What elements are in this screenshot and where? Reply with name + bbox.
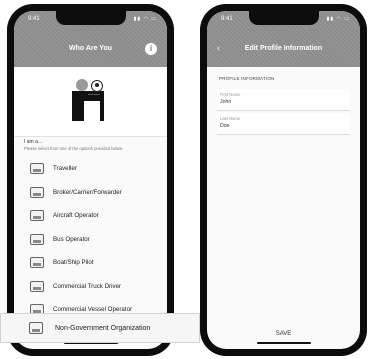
list-item-label: Non-Government Organization bbox=[55, 324, 151, 332]
save-button[interactable]: SAVE bbox=[207, 331, 360, 337]
last-name-label: Last Name bbox=[220, 116, 241, 121]
list-item-traveller[interactable]: Traveller bbox=[24, 157, 159, 181]
person-illustration-head bbox=[76, 79, 88, 91]
info-icon[interactable]: i bbox=[145, 43, 157, 55]
section-subtitle: Please select from one of the options pr… bbox=[24, 146, 123, 151]
phone-frame-left: 9:41 ▮▮ ◠ ▭ Who Are You i I am a... Plea… bbox=[7, 4, 174, 356]
first-name-value: John bbox=[220, 99, 232, 105]
last-name-value: Doe bbox=[220, 123, 230, 129]
list-item-aircraft[interactable]: Aircraft Operator bbox=[24, 204, 159, 228]
list-item-bus[interactable]: Bus Operator bbox=[24, 228, 159, 252]
phone-frame-right: 9:41 ▮▮ ◠ ▭ ‹ Edit Profile Information P… bbox=[200, 4, 367, 356]
traveller-icon bbox=[30, 163, 44, 175]
list-item-broker[interactable]: Broker/Carrier/Forwarder bbox=[24, 181, 159, 205]
list-item-label: Broker/Carrier/Forwarder bbox=[53, 188, 122, 196]
edit-profile-screen: 9:41 ▮▮ ◠ ▭ ‹ Edit Profile Information P… bbox=[207, 11, 360, 349]
signal-battery-icon: ▮▮ ◠ ▭ bbox=[326, 16, 350, 22]
notch bbox=[248, 11, 319, 25]
who-are-you-screen: 9:41 ▮▮ ◠ ▭ Who Are You i I am a... Plea… bbox=[14, 11, 167, 349]
page-title: Edit Profile Information bbox=[244, 45, 323, 52]
aircraft-icon bbox=[30, 210, 44, 222]
first-name-field[interactable]: First Name John bbox=[217, 89, 350, 111]
user-illustration bbox=[14, 67, 167, 137]
section-title: I am a... bbox=[24, 139, 43, 145]
list-item-truck[interactable]: Commercial Truck Driver bbox=[24, 275, 159, 299]
notch bbox=[55, 11, 126, 25]
section-caption: PROFILE INFORMATION bbox=[219, 76, 275, 81]
list-item-label: Aircraft Operator bbox=[53, 212, 99, 220]
signal-battery-icon: ▮▮ ◠ ▭ bbox=[133, 16, 157, 22]
first-name-label: First Name bbox=[220, 92, 241, 97]
list-item-label: Commercial Truck Driver bbox=[53, 282, 122, 290]
list-item-boat[interactable]: Boat/Ship Pilot bbox=[24, 251, 159, 275]
bus-icon bbox=[30, 233, 44, 245]
list-item-label: Boat/Ship Pilot bbox=[53, 259, 94, 267]
list-item-label: Traveller bbox=[53, 165, 77, 173]
status-time: 9:41 bbox=[221, 16, 233, 22]
boat-icon bbox=[30, 257, 44, 269]
last-name-field[interactable]: Last Name Doe bbox=[217, 113, 350, 135]
broker-icon bbox=[30, 186, 44, 198]
list-item-non-government-organization[interactable]: Non-Government Organization bbox=[0, 313, 200, 343]
truck-icon bbox=[30, 280, 44, 292]
list-item-label: Bus Operator bbox=[53, 235, 90, 243]
role-selection: I am a... Please select from one of the … bbox=[24, 139, 159, 322]
status-time: 9:41 bbox=[28, 16, 40, 22]
organization-icon bbox=[29, 322, 43, 334]
home-indicator bbox=[256, 342, 311, 344]
